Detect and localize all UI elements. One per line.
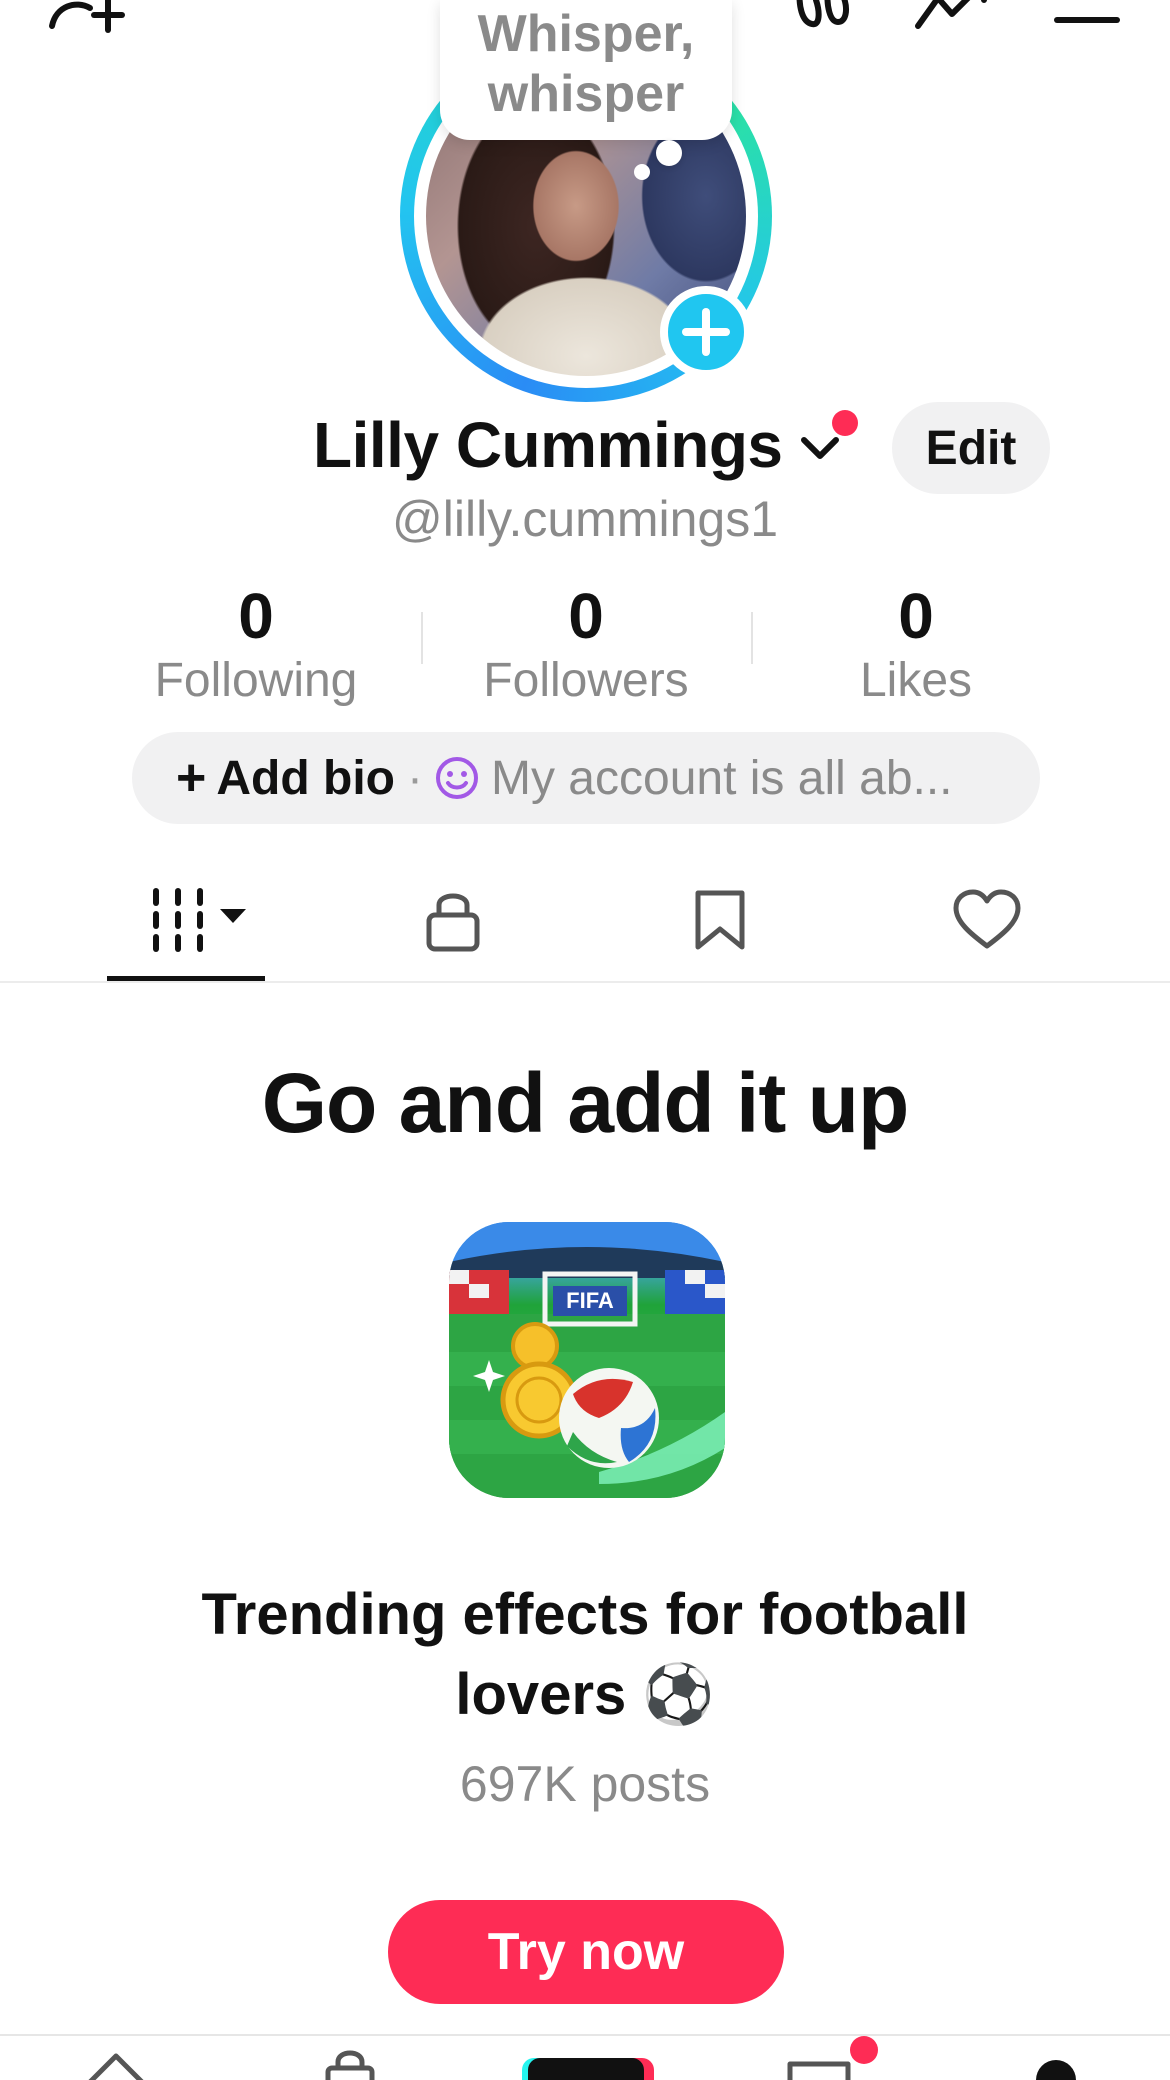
chevron-down-icon[interactable] bbox=[798, 430, 842, 471]
promo-title: Go and add it up bbox=[261, 1056, 910, 1150]
lock-icon bbox=[426, 893, 480, 952]
stat-value: 0 bbox=[568, 580, 604, 652]
note-bubble[interactable]: Whisper, whisper bbox=[440, 0, 732, 140]
add-story-button[interactable] bbox=[660, 286, 752, 378]
tab-saved[interactable] bbox=[640, 870, 800, 970]
promo-subtitle: Trending effects for football lovers ⚽ bbox=[0, 1575, 1170, 1735]
tab-videos[interactable] bbox=[106, 870, 266, 970]
create-icon[interactable] bbox=[518, 2054, 654, 2080]
menu-icon[interactable] bbox=[1054, 0, 1120, 28]
smiley-icon bbox=[435, 756, 479, 800]
bio-separator: · bbox=[407, 751, 423, 805]
stat-value: 0 bbox=[238, 580, 274, 652]
tabs-divider bbox=[0, 981, 1170, 983]
profile-icon[interactable] bbox=[1034, 2058, 1078, 2080]
tab-liked[interactable] bbox=[907, 870, 1067, 970]
add-bio-button[interactable]: + Add bio · My account is all ab... bbox=[132, 732, 1040, 824]
home-icon[interactable] bbox=[84, 2050, 148, 2080]
promo-subtitle-line-2: lovers ⚽ bbox=[455, 1662, 715, 1727]
stat-label: Following bbox=[154, 654, 358, 707]
stat-value: 0 bbox=[898, 580, 934, 652]
heart-icon bbox=[953, 889, 1021, 949]
profile-handle: @lilly.cummings1 bbox=[391, 491, 778, 547]
add-friend-icon[interactable] bbox=[46, 0, 126, 42]
plus-sign: + bbox=[176, 749, 207, 807]
inbox-notification-dot bbox=[850, 2036, 878, 2064]
fifa-label: FIFA bbox=[566, 1288, 614, 1313]
shop-icon[interactable] bbox=[322, 2050, 378, 2080]
bubble-tail-dot-small bbox=[634, 164, 650, 180]
promo-subtitle-line-1: Trending effects for football bbox=[201, 1582, 969, 1647]
plus-icon bbox=[682, 308, 730, 356]
analytics-icon[interactable] bbox=[912, 0, 992, 36]
stat-followers[interactable]: 0 Followers bbox=[421, 580, 751, 710]
profile-name: Lilly Cummings bbox=[313, 409, 783, 481]
stat-likes[interactable]: 0 Likes bbox=[751, 580, 1081, 710]
bubble-tail-dot bbox=[656, 140, 682, 166]
stat-following[interactable]: 0 Following bbox=[91, 580, 421, 710]
note-line-1: Whisper, bbox=[477, 5, 695, 63]
edit-profile-button[interactable]: Edit bbox=[892, 402, 1050, 494]
note-line-2: whisper bbox=[487, 65, 685, 123]
bottom-nav-divider bbox=[0, 2034, 1170, 2036]
stat-label: Followers bbox=[483, 654, 689, 707]
football-effect-icon[interactable]: FIFA bbox=[449, 1222, 725, 1498]
videos-grid-icon bbox=[153, 888, 246, 952]
bio-suggestion: My account is all ab... bbox=[490, 751, 953, 805]
stat-label: Likes bbox=[859, 654, 973, 707]
add-bio-label: Add bio bbox=[216, 751, 395, 805]
bookmark-icon bbox=[695, 890, 745, 950]
notification-dot bbox=[832, 410, 858, 436]
promo-post-count: 697K posts bbox=[459, 1756, 711, 1812]
try-now-button[interactable]: Try now bbox=[388, 1900, 784, 2004]
tab-private[interactable] bbox=[373, 870, 533, 970]
activity-icon[interactable] bbox=[790, 0, 854, 36]
inbox-icon[interactable] bbox=[786, 2060, 856, 2080]
